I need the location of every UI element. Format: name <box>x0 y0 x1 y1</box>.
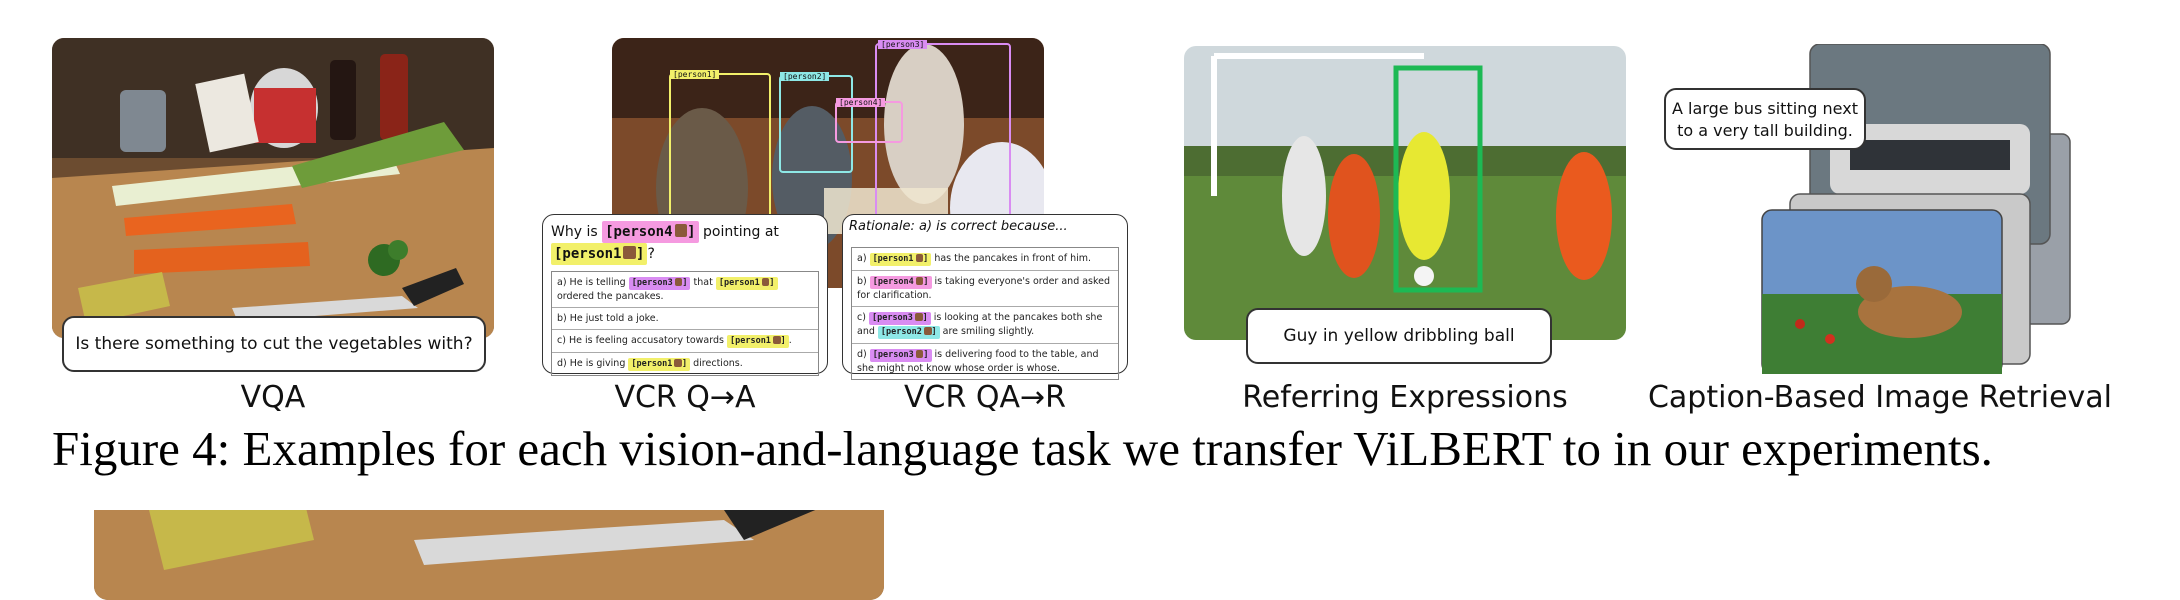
vqa-question-bubble: Is there something to cut the vegetables… <box>62 316 486 372</box>
vcr-box-label-2: [person2] <box>780 72 830 81</box>
vcr-box-label-1: [person1] <box>670 70 720 79</box>
vcr-box-label-3: [person3] <box>878 40 928 49</box>
vcr-qar-label: VCR QA→R <box>904 380 1066 415</box>
ref-label: Referring Expressions <box>1242 380 1568 415</box>
vcr-box-label-4: [person4] <box>836 98 886 107</box>
ref-expression-bubble: Guy in yellow dribbling ball <box>1246 308 1552 364</box>
vcr-qa-label: VCR Q→A <box>614 380 756 415</box>
vcr-qar-option-d[interactable]: d) [person3] is delivering food to the t… <box>852 344 1118 379</box>
vcr-qa-option-c[interactable]: c) He is feeling accusatory towards [per… <box>552 330 818 353</box>
vqa-image <box>52 38 494 338</box>
vcr-qar-options: a) [person1] has the pancakes in front o… <box>851 247 1119 380</box>
vcr-qa-option-b[interactable]: b) He just told a joke. <box>552 308 818 330</box>
vcr-qar-option-a[interactable]: a) [person1] has the pancakes in front o… <box>852 248 1118 271</box>
tag-person4: [person4] <box>602 221 699 243</box>
vqa-label: VQA <box>240 380 306 415</box>
ref-image <box>1184 46 1626 340</box>
vcr-qar-card: Rationale: a) is correct because... a) [… <box>842 214 1128 380</box>
ref-expression: Guy in yellow dribbling ball <box>1283 326 1515 346</box>
tag-person1: [person1] <box>551 243 648 265</box>
vcr-qa-options: a) He is telling [person3] that [person1… <box>551 271 819 376</box>
vcr-qa-option-a[interactable]: a) He is telling [person3] that [person1… <box>552 272 818 308</box>
vcr-qar-option-b[interactable]: b) [person4] is taking everyone's order … <box>852 271 1118 307</box>
retrieval-query-line1: A large bus sitting next <box>1672 99 1858 118</box>
figure-canvas: Is there something to cut the vegetables… <box>0 0 2180 510</box>
figure-caption: Figure 4: Examples for each vision-and-l… <box>52 421 1993 476</box>
vcr-qa-option-d[interactable]: d) He is giving [person1] directions. <box>552 353 818 375</box>
vcr-qar-option-c[interactable]: c) [person3] is looking at the pancakes … <box>852 307 1118 344</box>
retrieval-query-line2: to a very tall building. <box>1677 121 1853 140</box>
vcr-question: Why is [person4] pointing at [person1]? <box>551 221 779 265</box>
retrieval-query-bubble: A large bus sitting next to a very tall … <box>1664 88 1866 150</box>
vqa-question: Is there something to cut the vegetables… <box>75 334 473 354</box>
vcr-qa-card: Why is [person4] pointing at [person1]? … <box>542 214 828 376</box>
retrieval-label: Caption-Based Image Retrieval <box>1647 380 2113 415</box>
vcr-rationale-title: Rationale: a) is correct because... <box>849 219 1068 234</box>
